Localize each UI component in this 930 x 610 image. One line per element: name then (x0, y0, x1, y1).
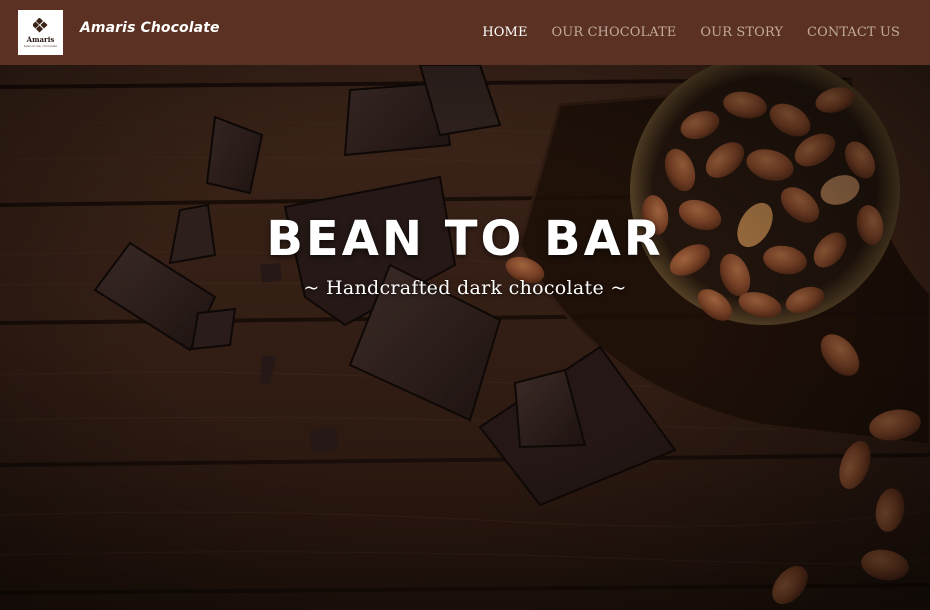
nav-home-link[interactable]: HOME (482, 25, 527, 40)
logo-tagline: bean to bar chocolate (24, 43, 57, 48)
brand-name-link[interactable]: Amaris Chocolate (80, 20, 220, 36)
diamond-cacao-icon (32, 17, 48, 33)
nav-contact-us-link[interactable]: CONTACT US (807, 25, 900, 40)
site-logo[interactable]: Amaris bean to bar chocolate (18, 10, 63, 55)
top-navbar: Amaris bean to bar chocolate Amaris Choc… (0, 0, 930, 65)
main-nav: HOME OUR CHOCOLATE OUR STORY CONTACT US (482, 0, 900, 65)
hero-subtitle: ~ Handcrafted dark chocolate ~ (303, 277, 627, 299)
nav-our-chocolate-link[interactable]: OUR CHOCOLATE (552, 25, 677, 40)
hero-section: BEAN TO BAR ~ Handcrafted dark chocolate… (0, 65, 930, 610)
logo-wordmark: Amaris (26, 34, 55, 44)
hero-title: BEAN TO BAR (266, 211, 664, 267)
hero-background-image (0, 65, 930, 610)
nav-our-story-link[interactable]: OUR STORY (700, 25, 783, 40)
